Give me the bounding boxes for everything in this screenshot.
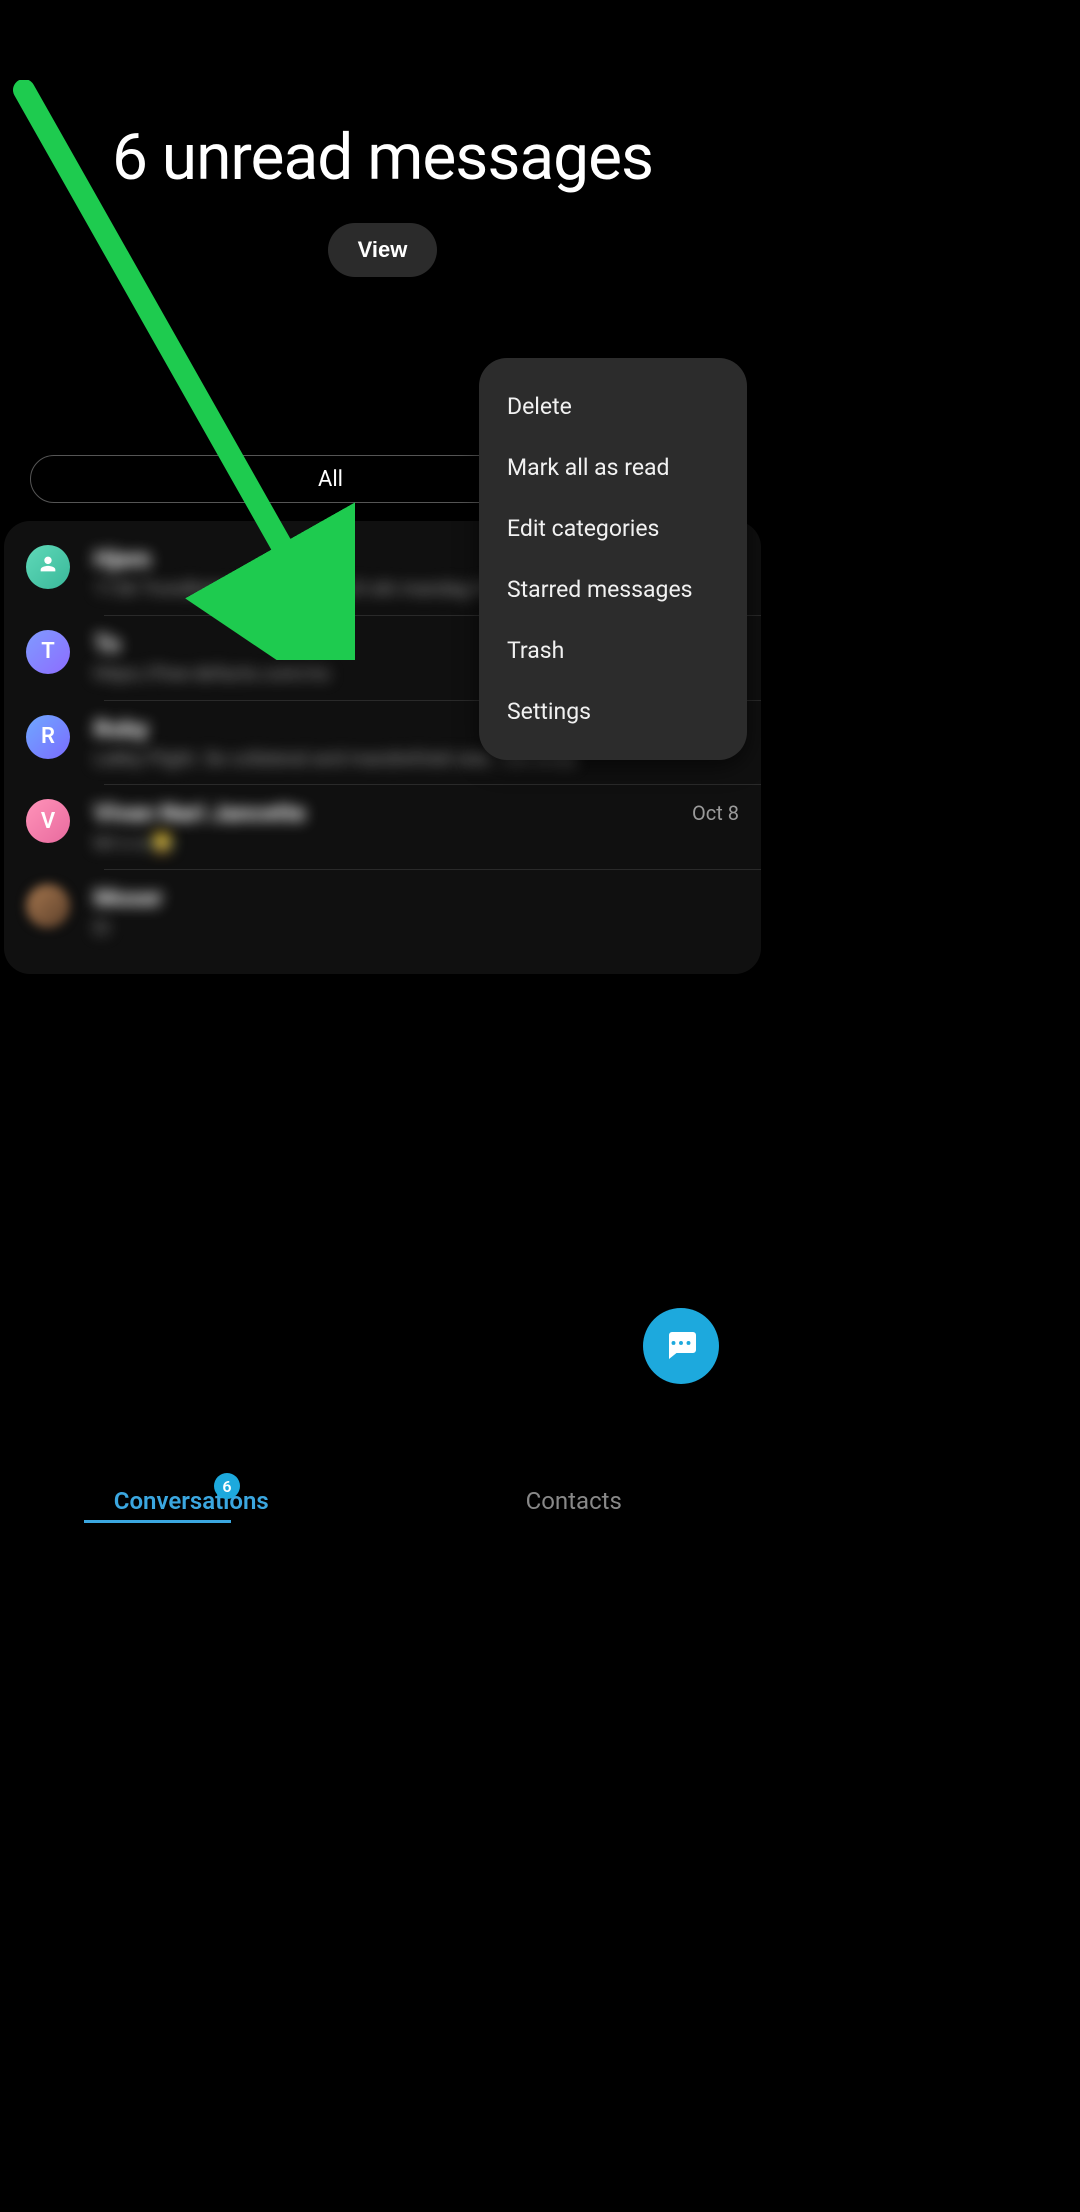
unread-badge: 6 bbox=[214, 1473, 240, 1499]
conversation-row[interactable]: Moser Er bbox=[4, 870, 761, 954]
avatar: T bbox=[26, 630, 70, 674]
tab-conversations[interactable]: Conversations 6 bbox=[0, 1487, 383, 1515]
hero-area: 6 unread messages View bbox=[0, 0, 765, 277]
conversation-preview: Er bbox=[94, 916, 729, 940]
menu-item-delete[interactable]: Delete bbox=[479, 376, 747, 437]
conversation-row[interactable]: V Vivan Nari Jancette let o a 😂 Oct 8 bbox=[4, 785, 761, 869]
conversation-name: Vivan Nari Jancette bbox=[94, 799, 682, 827]
menu-item-edit-categories[interactable]: Edit categories bbox=[479, 498, 747, 559]
tab-label: Contacts bbox=[526, 1487, 622, 1515]
menu-item-starred[interactable]: Starred messages bbox=[479, 559, 747, 620]
person-icon bbox=[37, 553, 59, 581]
overflow-menu: Delete Mark all as read Edit categories … bbox=[479, 358, 747, 760]
chat-icon bbox=[663, 1326, 699, 1366]
tab-contacts[interactable]: Contacts bbox=[383, 1487, 766, 1515]
compose-fab[interactable] bbox=[643, 1308, 719, 1384]
bottom-nav: Conversations 6 Contacts bbox=[0, 1466, 765, 1536]
conversation-preview: let o a 😂 bbox=[94, 831, 682, 855]
view-button[interactable]: View bbox=[328, 223, 438, 277]
avatar bbox=[26, 884, 70, 928]
menu-item-mark-read[interactable]: Mark all as read bbox=[479, 437, 747, 498]
tab-label: Conversations bbox=[114, 1487, 269, 1515]
conversation-date: Oct 8 bbox=[692, 801, 739, 825]
conversation-name: Moser bbox=[94, 884, 729, 912]
menu-item-trash[interactable]: Trash bbox=[479, 620, 747, 681]
unread-count-title: 6 unread messages bbox=[0, 120, 765, 195]
avatar: R bbox=[26, 715, 70, 759]
avatar bbox=[26, 545, 70, 589]
avatar: V bbox=[26, 799, 70, 843]
menu-item-settings[interactable]: Settings bbox=[479, 681, 747, 742]
